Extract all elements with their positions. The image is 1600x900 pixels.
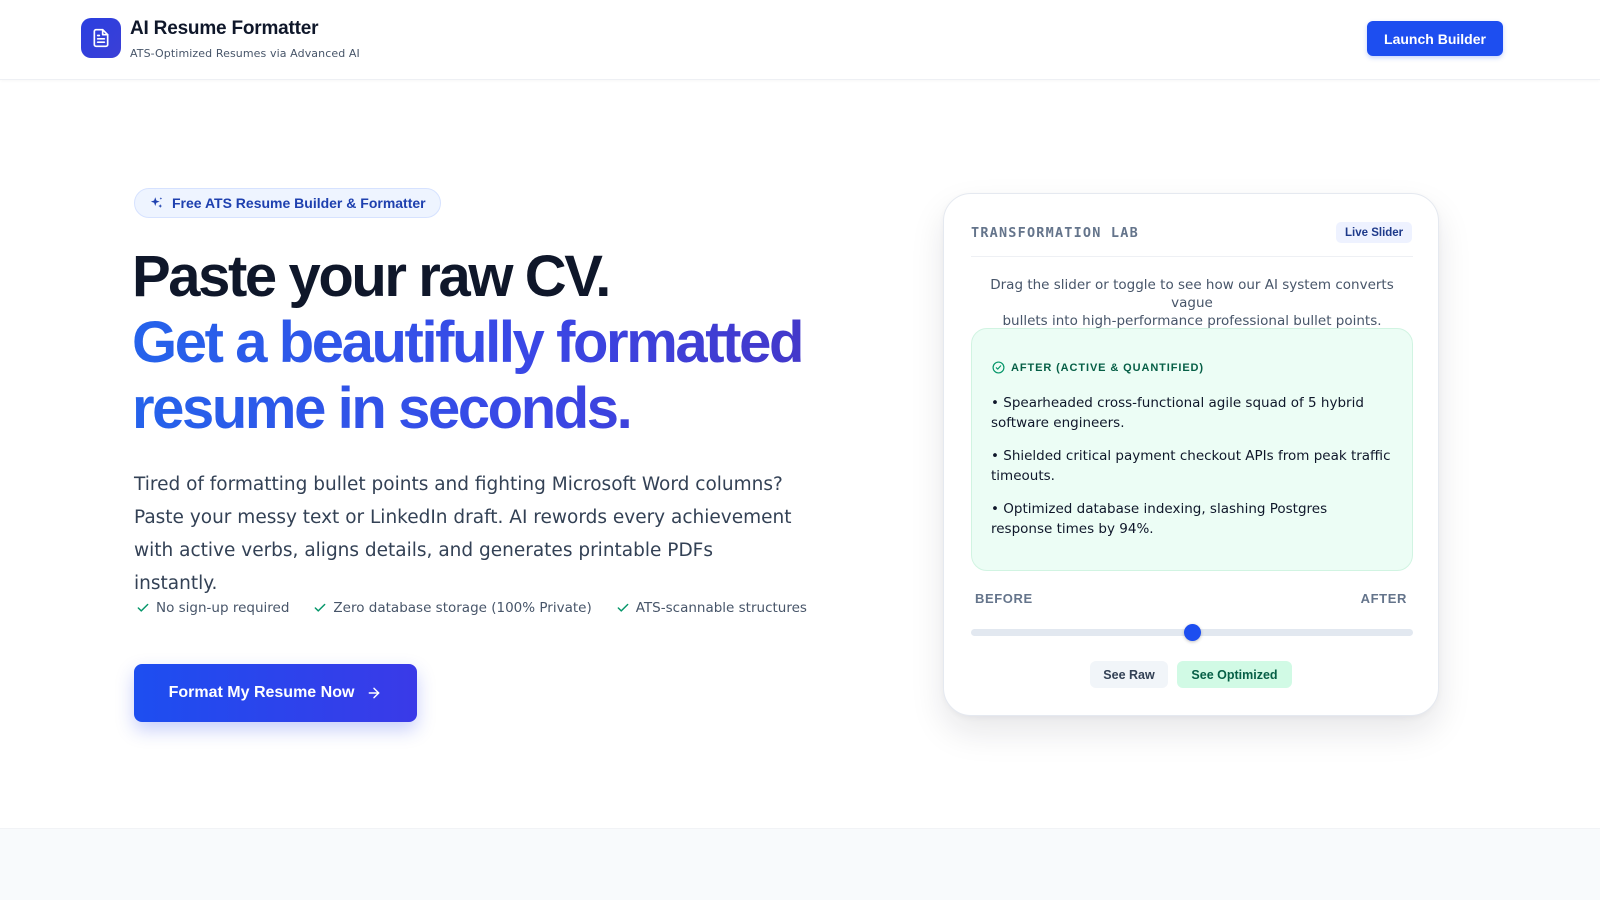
- next-section-band: [0, 828, 1600, 900]
- hero-lead: Tired of formatting bullet points and fi…: [134, 468, 794, 600]
- comparison-slider[interactable]: [971, 624, 1413, 641]
- bullet-item: • Optimized database indexing, slashing …: [991, 501, 1328, 537]
- check-icon: [617, 603, 629, 612]
- cta-label: Format My Resume Now: [168, 684, 355, 701]
- arrow-right-icon: [369, 687, 380, 699]
- slider-before-label: BEFORE: [975, 591, 1033, 606]
- check-item: Zero database storage (100% Private): [313, 600, 592, 616]
- live-slider-badge: Live Slider: [1336, 222, 1413, 243]
- after-panel-title: AFTER (ACTIVE & QUANTIFIED): [1011, 361, 1204, 374]
- lead-line-2: Paste your messy text or LinkedIn draft.…: [134, 507, 792, 528]
- after-panel: AFTER (ACTIVE & QUANTIFIED) • Spearheade…: [971, 328, 1413, 571]
- launch-builder-button[interactable]: Launch Builder: [1367, 21, 1503, 56]
- transformation-lab-card: TRANSFORMATION LAB Live Slider Drag the …: [943, 193, 1439, 716]
- hero-headline: Paste your raw CV. Get a beautifully for…: [132, 244, 804, 442]
- optimized-bullets: • Spearheaded cross-functional agile squ…: [991, 393, 1391, 552]
- check-item: ATS-scannable structures: [616, 600, 807, 616]
- brand-title: AI Resume Formatter: [130, 18, 319, 39]
- hero-badge-label: Free ATS Resume Builder & Formatter: [172, 195, 426, 211]
- check-icon: [137, 603, 149, 612]
- top-navbar: AI Resume Formatter ATS-Optimized Resume…: [0, 0, 1600, 80]
- format-resume-button[interactable]: Format My Resume Now: [134, 664, 417, 722]
- see-optimized-button[interactable]: See Optimized: [1177, 661, 1292, 688]
- lead-line-1: Tired of formatting bullet points and fi…: [134, 474, 783, 495]
- bullet-item: • Shielded critical payment checkout API…: [991, 448, 1391, 484]
- lab-description: Drag the slider or toggle to see how our…: [974, 276, 1410, 330]
- brand-subtitle: ATS-Optimized Resumes via Advanced AI: [130, 47, 360, 60]
- logo[interactable]: [81, 18, 121, 58]
- check-icon: [315, 603, 326, 612]
- lab-desc-line-1: Drag the slider or toggle to see how our…: [990, 277, 1394, 311]
- check-label: Zero database storage (100% Private): [333, 600, 592, 616]
- divider: [971, 256, 1413, 257]
- view-toggles: See Raw See Optimized: [944, 661, 1438, 688]
- document-icon: [93, 28, 109, 48]
- hero-badge: Free ATS Resume Builder & Formatter: [134, 188, 441, 218]
- after-panel-label: AFTER (ACTIVE & QUANTIFIED): [992, 361, 1204, 374]
- slider-after-label: AFTER: [1360, 591, 1407, 606]
- lab-title: TRANSFORMATION LAB: [971, 225, 1139, 241]
- check-label: No sign-up required: [156, 600, 290, 616]
- feature-checklist: No sign-up required Zero database storag…: [136, 600, 807, 616]
- lead-line-3: with active verbs, aligns details, and g…: [134, 540, 713, 594]
- slider-thumb[interactable]: [1183, 624, 1201, 641]
- sparkles-icon: [150, 196, 163, 208]
- see-raw-button[interactable]: See Raw: [1090, 661, 1168, 688]
- bullet-item: • Spearheaded cross-functional agile squ…: [991, 395, 1364, 431]
- headline-line-1: Paste your raw CV.: [132, 244, 611, 309]
- check-label: ATS-scannable structures: [635, 600, 807, 616]
- headline-line-2: Get a beautifully formatted: [132, 310, 804, 375]
- check-circle-icon: [992, 361, 1005, 374]
- headline-line-3: resume in seconds.: [132, 376, 802, 442]
- check-item: No sign-up required: [136, 600, 289, 616]
